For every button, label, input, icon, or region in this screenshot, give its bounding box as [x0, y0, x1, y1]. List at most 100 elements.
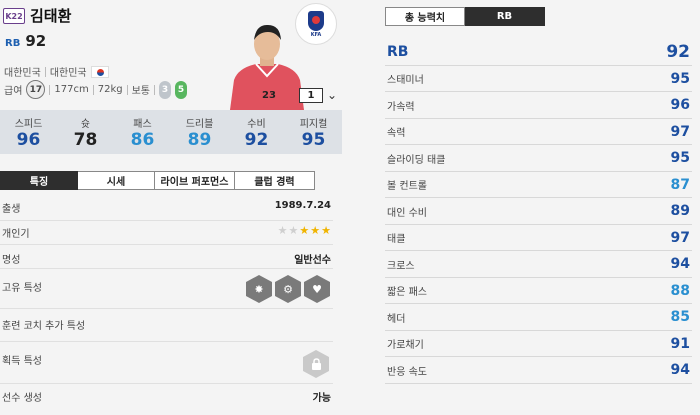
chevron-down-icon[interactable]: ⌄	[327, 88, 337, 102]
height-text: 177cm	[54, 84, 89, 95]
position-rating-value: 92	[666, 41, 690, 62]
position-rating-label: RB	[387, 43, 409, 60]
detail-label: 출생	[2, 204, 21, 215]
attribute-value: 95	[670, 70, 690, 87]
popularity-stars: ★ ★ ★ ★ ★	[278, 225, 331, 236]
attribute-name: 크로스	[387, 260, 415, 272]
attribute-row: 반응 속도 94	[385, 358, 692, 384]
detail-row-reputation: 명성 일반선수	[0, 245, 333, 269]
summary-stats: 스피드 96 슛 78 패스 86 드리블 89 수비 92 피지컬 95	[0, 110, 342, 154]
divider	[44, 66, 46, 77]
stat-label: 패스	[133, 118, 152, 130]
attribute-value: 94	[670, 256, 690, 272]
detail-row-coach-traits: 훈련 코치 추가 특성	[0, 309, 333, 342]
stat-value: 78	[73, 129, 98, 150]
attribute-value: 87	[670, 176, 690, 193]
position-rating-row: RB 92	[385, 38, 692, 66]
korea-flag-icon	[90, 65, 109, 78]
tab-live-performance[interactable]: 라이브 퍼포먼스	[155, 171, 235, 190]
attribute-row: 볼 컨트롤 87	[385, 172, 692, 198]
tackle-trait-icon[interactable]: ⚙	[275, 275, 301, 303]
attribute-row: 짧은 패스 88	[385, 278, 692, 304]
club-text: 대한민국	[49, 68, 87, 79]
creation-value: 가능	[312, 393, 331, 404]
detail-label: 선수 생성	[2, 393, 42, 404]
weak-foot-icon: 3	[159, 80, 172, 99]
tab-total-stats[interactable]: 총 능력치	[385, 7, 465, 26]
detail-row-birth: 출생 1989.7.24	[0, 198, 333, 221]
attribute-value: 88	[670, 282, 690, 299]
stat-label: 드리블	[185, 118, 214, 130]
attribute-row: 크로스 94	[385, 252, 692, 278]
tab-price[interactable]: 시세	[78, 171, 155, 190]
detail-row-traits: 고유 특성 ✸ ⚙ ♥	[0, 269, 333, 309]
attribute-row: 스태미너 95	[385, 66, 692, 92]
overall-rating: 92	[25, 32, 47, 50]
stat-tabs: 총 능력치 RB	[385, 7, 545, 26]
strong-foot-icon: 5	[175, 80, 188, 99]
kfa-crest-icon	[308, 10, 324, 31]
attribute-name: 볼 컨트롤	[387, 181, 427, 192]
nation-text: 대한민국	[4, 68, 41, 79]
attribute-name: 스태미너	[387, 75, 424, 86]
divider	[154, 84, 156, 95]
detail-label: 획득 특성	[2, 356, 42, 367]
stat-cell: 드리블 89	[171, 110, 228, 154]
stamina-trait-icon[interactable]: ♥	[304, 275, 330, 303]
star-filled-icon: ★	[299, 224, 310, 237]
divider	[92, 84, 94, 95]
player-photo: 23	[230, 24, 304, 110]
star-filled-icon: ★	[321, 224, 331, 237]
tab-position-rb[interactable]: RB	[465, 7, 545, 26]
attribute-value: 97	[670, 123, 690, 140]
position-label: RB	[5, 38, 21, 49]
paw-trait-icon[interactable]: ✸	[246, 275, 272, 303]
stat-cell: 스피드 96	[0, 110, 57, 154]
star-empty-icon: ★	[277, 224, 288, 237]
detail-tabs: 특징 시세 라이브 퍼포먼스 클럽 경력	[0, 171, 315, 190]
physical-row: 급여 17 177cm 72kg 보통 3 5	[4, 80, 188, 99]
team-logo-text: KFA	[310, 31, 322, 38]
attribute-value: 96	[670, 97, 690, 113]
enhancement-level[interactable]: 1	[299, 88, 323, 103]
attribute-name: 속력	[387, 128, 406, 139]
stat-cell: 슛 78	[57, 110, 114, 154]
reputation-value: 일반선수	[294, 255, 331, 266]
detail-label: 명성	[2, 255, 21, 266]
lock-icon	[303, 350, 329, 378]
attribute-name: 반응 속도	[387, 366, 427, 378]
attribute-name: 헤더	[387, 313, 406, 325]
stat-label: 수비	[247, 118, 266, 130]
stat-label: 피지컬	[299, 118, 328, 130]
attribute-name: 슬라이딩 태클	[387, 154, 446, 166]
attribute-value: 89	[670, 203, 690, 219]
position-overall: RB 92	[5, 32, 46, 50]
tab-club-history[interactable]: 클럽 경력	[235, 171, 315, 190]
weight-text: 72kg	[97, 84, 123, 95]
divider	[126, 84, 128, 95]
stat-value: 96	[16, 129, 41, 150]
attribute-row: 대인 수비 89	[385, 199, 692, 225]
attribute-name: 가로채기	[387, 340, 424, 351]
attribute-value: 91	[670, 335, 690, 352]
detail-label: 고유 특성	[2, 283, 42, 294]
stat-cell: 피지컬 95	[285, 110, 342, 154]
detail-row-creation: 선수 생성 가능	[0, 384, 333, 408]
attribute-value: 97	[670, 229, 690, 246]
detail-row-acquired-traits: 획득 특성	[0, 342, 333, 384]
attribute-value: 94	[670, 362, 690, 378]
pay-label: 급여	[4, 86, 23, 97]
attribute-row: 슬라이딩 태클 95	[385, 146, 692, 172]
season-badge: K22	[3, 8, 25, 24]
stat-value: 95	[301, 129, 326, 150]
attribute-row: 헤더 85	[385, 305, 692, 331]
build-text: 보통	[131, 86, 151, 97]
nation-club-row: 대한민국 대한민국	[4, 64, 109, 79]
attribute-name: 태클	[387, 234, 406, 245]
detail-label: 훈련 코치 추가 특성	[2, 321, 86, 332]
stat-value: 89	[187, 129, 212, 150]
tab-traits[interactable]: 특징	[0, 171, 78, 190]
detail-row-popularity: 개인기 ★ ★ ★ ★ ★	[0, 221, 333, 245]
attribute-row: 가속력 96	[385, 93, 692, 119]
stat-value: 86	[130, 129, 155, 150]
